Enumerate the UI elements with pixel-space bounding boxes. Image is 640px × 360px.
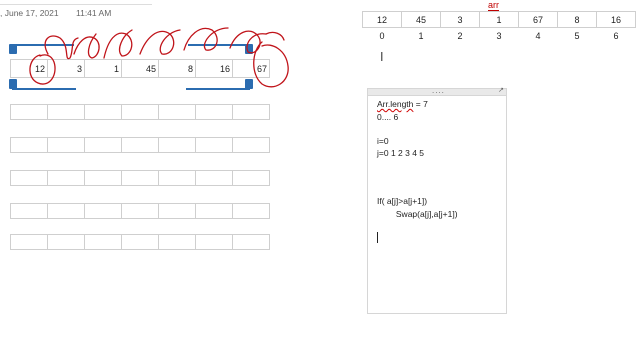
empty-table-2[interactable] (10, 137, 270, 153)
arr-value-cell[interactable]: 45 (401, 11, 441, 28)
ink-circle-12 (29, 54, 56, 85)
table-cell[interactable] (10, 104, 48, 120)
table-cell[interactable] (121, 137, 159, 153)
text-cursor-ibeam-icon: I (380, 50, 384, 64)
ink-tail (265, 31, 285, 41)
note-line-1[interactable]: Arr.length = 7 (377, 99, 428, 109)
table-cell[interactable] (158, 137, 196, 153)
ink-loop-5 (183, 27, 229, 51)
table-cell[interactable] (84, 137, 122, 153)
table-cell[interactable] (158, 234, 196, 250)
table-cell[interactable] (158, 104, 196, 120)
arr-index-cell: 0 (379, 30, 385, 41)
table-cell[interactable] (47, 234, 85, 250)
table-row-indices: 0 1 2 3 4 5 6 (363, 28, 636, 44)
table-cell[interactable] (195, 104, 233, 120)
table-cell[interactable] (158, 170, 196, 186)
table-cell[interactable] (10, 234, 48, 250)
array-title: arr (488, 0, 499, 11)
table-row-values: 12 45 3 1 67 8 16 (362, 11, 636, 28)
empty-table-5[interactable] (10, 234, 270, 250)
table-cell[interactable] (10, 170, 48, 186)
arr-table[interactable]: 12 45 3 1 67 8 16 0 1 2 3 4 5 6 (362, 11, 636, 44)
ink-loop-4 (139, 29, 181, 55)
table-cell[interactable] (195, 137, 233, 153)
table-cell[interactable] (10, 137, 48, 153)
arr-index-cell: 5 (574, 30, 580, 41)
table-cell[interactable] (84, 104, 122, 120)
table-cell[interactable] (232, 234, 270, 250)
arr-index-cell: 4 (535, 30, 541, 41)
arr-value-cell[interactable]: 12 (362, 11, 402, 28)
ink-loop-3 (103, 29, 133, 59)
empty-table-4[interactable] (10, 203, 270, 219)
table-row (10, 234, 270, 250)
table-cell[interactable] (84, 170, 122, 186)
table-row (10, 137, 270, 153)
arr-index-cell: 3 (496, 30, 502, 41)
table-cell[interactable] (195, 203, 233, 219)
note-drag-bar[interactable]: .... ↗ (368, 86, 506, 96)
table-cell[interactable] (121, 234, 159, 250)
table-cell[interactable] (47, 137, 85, 153)
note-line-6[interactable]: Swap(a[j],a[j+1]) (377, 209, 458, 219)
expand-icon[interactable]: ↗ (498, 86, 504, 94)
note-line-3[interactable]: i=0 (377, 136, 389, 146)
table-cell[interactable] (195, 234, 233, 250)
ink-annotations (29, 27, 289, 88)
arr-index-cell: 6 (613, 30, 619, 41)
arr-value-cell[interactable]: 8 (557, 11, 597, 28)
arr-index-cell: 2 (457, 30, 463, 41)
arr-index-cell: 1 (418, 30, 424, 41)
note-line-5[interactable]: If( a[j]>a[j+1]) (377, 196, 427, 206)
table-cell[interactable] (232, 203, 270, 219)
table-cell[interactable] (121, 203, 159, 219)
arr-value-cell[interactable]: 3 (440, 11, 480, 28)
text-caret (377, 232, 378, 243)
note-line-4[interactable]: j=0 1 2 3 4 5 (377, 148, 424, 158)
table-cell[interactable] (47, 170, 85, 186)
arr-value-cell[interactable]: 67 (518, 11, 558, 28)
table-cell[interactable] (158, 203, 196, 219)
table-row (10, 104, 270, 120)
table-cell[interactable] (47, 203, 85, 219)
ink-loop-1 (44, 35, 79, 60)
note-line-1-keyword: Arr.length (377, 99, 414, 109)
table-cell[interactable] (10, 203, 48, 219)
ink-circle-67 (253, 41, 289, 88)
note-grip-icon[interactable]: .... (432, 86, 445, 95)
table-cell[interactable] (121, 170, 159, 186)
table-row (10, 170, 270, 186)
empty-table-1[interactable] (10, 104, 270, 120)
note-container[interactable]: .... ↗ Arr.length = 7 0.... 6 i=0 j=0 1 … (367, 86, 507, 314)
table-row (10, 203, 270, 219)
arr-value-cell[interactable]: 1 (479, 11, 519, 28)
empty-table-3[interactable] (10, 170, 270, 186)
table-cell[interactable] (47, 104, 85, 120)
table-cell[interactable] (232, 137, 270, 153)
ink-loop-6 (229, 30, 267, 54)
table-cell[interactable] (84, 234, 122, 250)
table-cell[interactable] (84, 203, 122, 219)
table-cell[interactable] (232, 104, 270, 120)
note-line-2[interactable]: 0.... 6 (377, 112, 398, 122)
table-cell[interactable] (232, 170, 270, 186)
arr-value-cell[interactable]: 16 (596, 11, 636, 28)
note-line-1-rest: = 7 (413, 99, 428, 109)
table-cell[interactable] (195, 170, 233, 186)
table-cell[interactable] (121, 104, 159, 120)
